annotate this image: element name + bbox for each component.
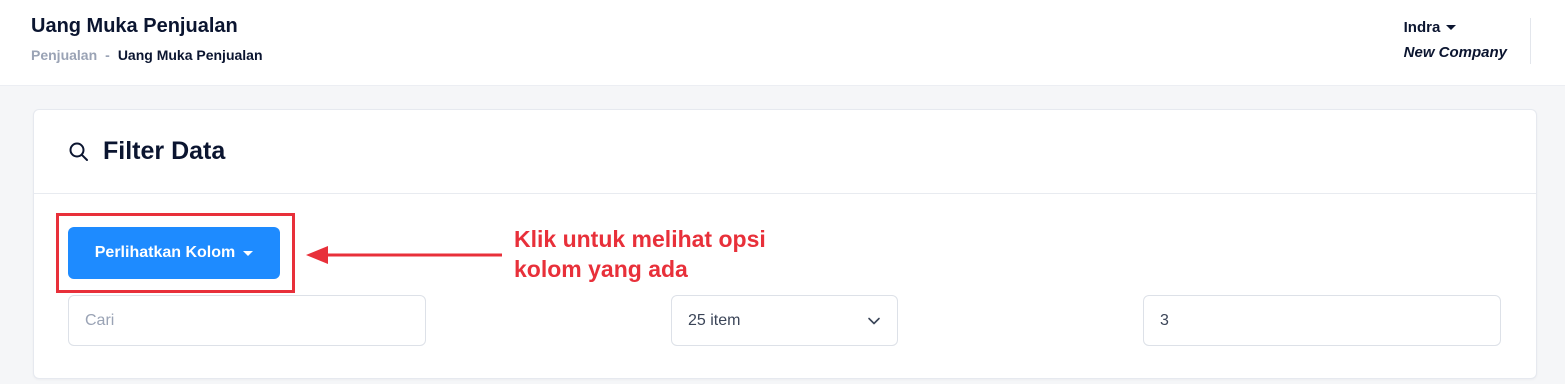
breadcrumb-parent-link[interactable]: Penjualan: [31, 47, 97, 63]
user-name: Indra: [1403, 19, 1441, 36]
breadcrumb-separator: -: [105, 47, 110, 63]
page-title: Uang Muka Penjualan: [31, 15, 238, 37]
user-menu[interactable]: Indra New Company: [1404, 19, 1507, 61]
show-columns-label: Perlihatkan Kolom: [94, 244, 236, 261]
caret-down-icon: [1446, 25, 1457, 30]
annotation-text-line: Klik untuk melihat opsi: [514, 226, 766, 252]
breadcrumb: Penjualan - Uang Muka Penjualan: [31, 47, 263, 63]
per-page-select[interactable]: 25 item: [671, 295, 898, 346]
chevron-down-icon: [868, 317, 880, 324]
annotation-text-line: kolom yang ada: [514, 256, 688, 282]
search-icon: [68, 141, 90, 163]
top-bar: Uang Muka Penjualan Penjualan - Uang Muk…: [0, 0, 1565, 86]
user-menu-toggle[interactable]: Indra: [1404, 19, 1507, 36]
topbar-divider: [1530, 18, 1531, 64]
show-columns-button[interactable]: Perlihatkan Kolom: [68, 227, 280, 279]
caret-down-icon: [243, 250, 254, 256]
filter-card: Filter Data Perlihatkan Kolom Klik untuk…: [33, 109, 1537, 379]
filter-card-title: Filter Data: [103, 137, 226, 165]
annotation-arrow-icon: [306, 246, 502, 264]
page-number-input[interactable]: [1143, 295, 1501, 346]
annotation-text: Klik untuk melihat opsi kolom yang ada: [514, 224, 814, 284]
search-input[interactable]: [68, 295, 426, 346]
breadcrumb-current: Uang Muka Penjualan: [117, 47, 263, 63]
filter-card-header: Filter Data: [34, 110, 1536, 194]
company-name: New Company: [1403, 44, 1507, 61]
per-page-value: 25 item: [688, 311, 741, 329]
